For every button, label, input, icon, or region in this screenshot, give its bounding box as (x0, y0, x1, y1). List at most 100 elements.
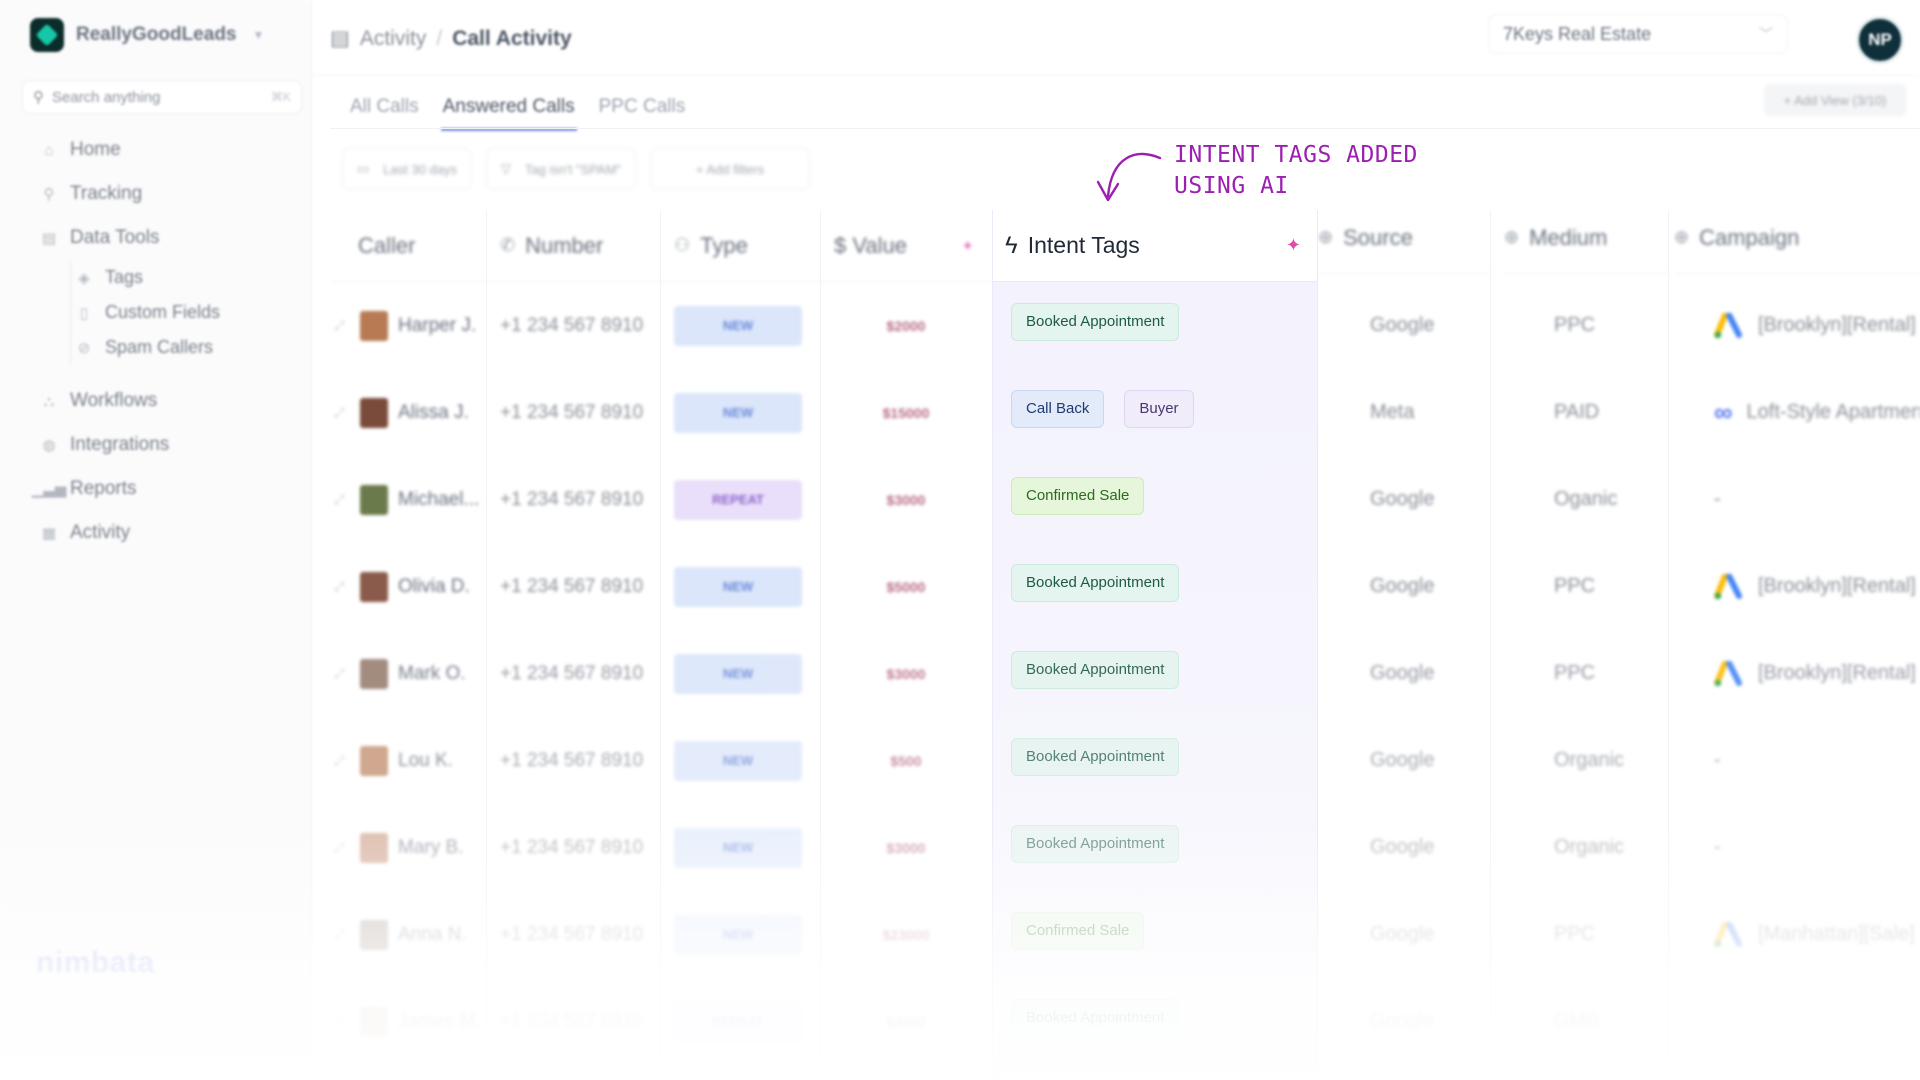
sidebar-item-label: Integrations (70, 434, 170, 455)
expand-icon[interactable]: ⤢ (334, 579, 350, 595)
globe-icon: ⊕ (1504, 227, 1520, 247)
brand-switcher[interactable]: ReallyGoodLeads ▼ (30, 18, 264, 52)
intent-tag[interactable]: Booked Appointment (1011, 824, 1180, 863)
users-icon: ⚇ (674, 235, 691, 255)
globe-icon: ⊕ (1318, 227, 1334, 247)
date-filter[interactable]: ▭ Last 30 days (342, 148, 473, 190)
account-select[interactable]: 7Keys Real Estate ﹀ (1488, 14, 1788, 54)
sidebar-item-tags[interactable]: ◈ Tags (71, 260, 300, 295)
activity-icon: ▦ (41, 525, 57, 542)
column-label: Number (525, 232, 604, 258)
caller-cell[interactable]: ⤢ Olivia D. (330, 543, 486, 630)
expand-icon[interactable]: ⤢ (334, 927, 350, 943)
tracking-icon: ⚲ (43, 186, 55, 203)
column-header-intent-tags[interactable]: ϟ Intent Tags ✦ (993, 210, 1317, 282)
google-ads-icon (1714, 311, 1744, 339)
caller-cell[interactable]: ⤢ Michael... (330, 456, 486, 543)
call-value: $3000 (886, 491, 926, 508)
column-label: Type (700, 232, 748, 258)
intent-tag-row: Booked Appointment (1011, 713, 1311, 800)
home-icon: ⌂ (44, 141, 54, 159)
column-header-caller[interactable]: Caller (330, 210, 486, 282)
column-header-type[interactable]: ⚇ Type (660, 210, 820, 282)
annotation-arrow-icon (1096, 153, 1162, 202)
caller-cell[interactable]: ⤢ Harper J. (330, 282, 486, 369)
intent-tag[interactable]: Booked Appointment (1011, 998, 1180, 1037)
breadcrumb-parent[interactable]: Activity (360, 27, 427, 51)
medium-value: PAID (1554, 401, 1600, 423)
tab-answered-calls[interactable]: Answered Calls (440, 92, 577, 131)
type-badge: NEW (674, 740, 802, 781)
campaign-value: - (1714, 488, 1721, 510)
type-badge: NEW (674, 566, 802, 607)
tab-all-calls[interactable]: All Calls (348, 92, 421, 131)
sidebar-item-spam-callers[interactable]: ⊘ Spam Callers (71, 330, 300, 365)
expand-icon[interactable]: ⤢ (334, 318, 350, 334)
intent-tag[interactable]: Buyer (1124, 389, 1194, 428)
caller-cell[interactable]: ⤢ Anna N. (330, 891, 486, 978)
campaign-column: ⊕ Campaign [Brooklyn][Rental] ∞ Loft-Style … (1674, 210, 1920, 1080)
call-value: $23000 (882, 926, 930, 943)
sidebar-item-activity[interactable]: ▦ Activity (40, 511, 300, 555)
column-label: Caller (358, 232, 416, 258)
phone-number: +1 234 567 8910 (500, 488, 644, 510)
tag-filter[interactable]: ▽ Tag isn't "SPAM" (486, 148, 637, 190)
tab-ppc-calls[interactable]: PPC Calls (597, 92, 688, 131)
avatar[interactable]: NP (1856, 16, 1904, 64)
add-view-button[interactable]: + Add View (3/10) (1764, 84, 1906, 116)
sidebar-item-home[interactable]: ⌂ Home (40, 128, 300, 172)
column-header-number[interactable]: ✆ Number (486, 210, 660, 282)
campaign-cell: [Brooklyn][Rental] (1674, 543, 1920, 630)
caller-name: Olivia D. (398, 575, 470, 597)
caller-cell[interactable]: ⤢ Mary B. (330, 804, 486, 891)
expand-icon[interactable]: ⤢ (334, 492, 350, 508)
sidebar-item-integrations[interactable]: ◍ Integrations (40, 423, 300, 467)
expand-icon[interactable]: ⤢ (334, 840, 350, 856)
caller-cell[interactable]: ⤢ Alissa J. (330, 369, 486, 456)
campaign-value: [Brooklyn][Rental] (1758, 575, 1916, 597)
call-value: $5000 (886, 578, 926, 595)
ai-sparkle-icon[interactable]: ✦ (1286, 235, 1301, 256)
intent-tag[interactable]: Call Back (1011, 389, 1105, 428)
column-header-source[interactable]: ⊕ Source (1318, 202, 1490, 274)
sidebar-item-workflows[interactable]: ⛬ Workflows (40, 379, 300, 423)
phone-number-cell: +1 234 567 8910 (486, 369, 660, 456)
sidebar-item-tracking[interactable]: ⚲ Tracking (40, 172, 300, 216)
filter-bar: ▭ Last 30 days ▽ Tag isn't "SPAM" + Add … (342, 148, 811, 190)
sidebar-item-reports[interactable]: ▁▃▅ Reports (32, 467, 300, 511)
expand-icon[interactable]: ⤢ (334, 405, 350, 421)
intent-tag[interactable]: Booked Appointment (1011, 563, 1180, 602)
lightning-icon: ϟ (1005, 231, 1018, 259)
sidebar-item-label: Reports (70, 478, 137, 499)
expand-icon[interactable]: ⤢ (334, 1014, 350, 1030)
filter-icon: ▽ (501, 161, 512, 176)
medium-cell: Organic (1504, 804, 1670, 891)
column-divider (1668, 210, 1669, 1080)
phone-number: +1 234 567 8910 (500, 662, 644, 684)
sidebar-item-label: Tracking (70, 183, 143, 204)
caller-cell[interactable]: ⤢ Mark O. (330, 630, 486, 717)
add-filter-button[interactable]: + Add filters (650, 148, 811, 190)
data-tools-icon: ▤ (41, 230, 57, 247)
intent-tag[interactable]: Confirmed Sale (1011, 476, 1145, 515)
caller-column: Caller ⤢ Harper J. ⤢ Alissa J. ⤢ Michael... ⤢ O… (330, 210, 486, 1080)
intent-tag[interactable]: Booked Appointment (1011, 650, 1180, 689)
column-header-medium[interactable]: ⊕ Medium (1504, 202, 1670, 274)
column-header-value[interactable]: $ Value ✦ (820, 210, 992, 282)
medium-cell: PPC (1504, 543, 1670, 630)
intent-tag[interactable]: Booked Appointment (1011, 737, 1180, 776)
expand-icon[interactable]: ⤢ (334, 666, 350, 682)
caller-cell[interactable]: ⤢ James M. (330, 978, 486, 1065)
breadcrumb-separator: / (436, 26, 443, 50)
caller-name: James M. (398, 1010, 481, 1032)
intent-tag[interactable]: Confirmed Sale (1011, 911, 1145, 950)
phone-number-cell: +1 234 567 8910 (486, 804, 660, 891)
caller-cell[interactable]: ⤢ Lou K. (330, 717, 486, 804)
sidebar-item-custom-fields[interactable]: ▯ Custom Fields (71, 295, 300, 330)
expand-icon[interactable]: ⤢ (334, 753, 350, 769)
intent-tag[interactable]: Booked Appointment (1011, 302, 1180, 341)
column-header-campaign[interactable]: ⊕ Campaign (1674, 202, 1920, 274)
search-input[interactable]: ⚲ Search anything ⌘K (22, 80, 302, 114)
block-icon: ⊘ (77, 339, 91, 357)
sidebar-item-data-tools[interactable]: ▤ Data Tools (40, 216, 300, 260)
